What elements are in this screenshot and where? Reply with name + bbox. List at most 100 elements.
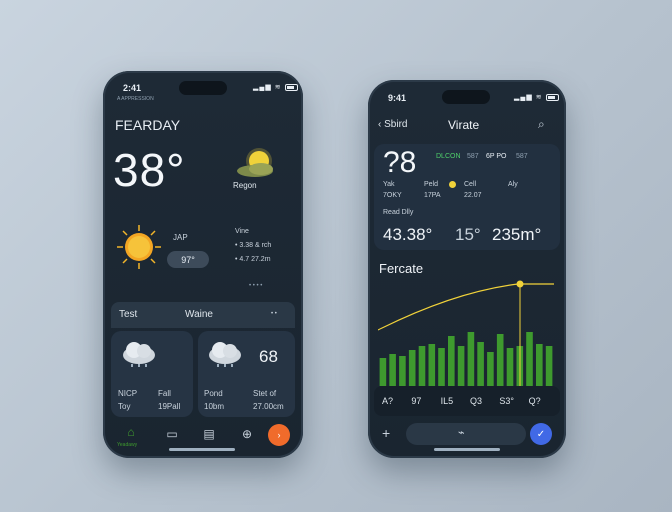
chart-bar [526,332,533,386]
partly-cloudy-icon [233,147,281,181]
sun-label: JAP [173,233,188,242]
phone-weather-today: 2:41 A APPRESSION ▂▄▆ ≋ FEARDAY 38° Rego… [103,71,303,458]
sun-icon [115,223,163,271]
col1-label: Yak [383,181,395,188]
details-title: Vine [235,228,249,235]
value-2: 15° [455,225,481,244]
wifi-icon: ≋ [535,94,543,101]
back-button[interactable]: ‹ Sbird [378,119,407,130]
col4-label: Aly [508,181,518,188]
chart-bar [448,336,455,386]
card1-label-c: Toy [118,402,131,411]
confirm-button[interactable]: ✓ [530,423,552,445]
tag-1: DLCON [436,153,461,160]
chart-bar [389,354,396,386]
back-label: Sbird [384,119,408,130]
tag-4: 587 [516,153,528,160]
tag-2: 587 [467,153,479,160]
big-number: ?8 [383,146,417,179]
card1-label-d: 19Pall [158,402,181,411]
section-right-label: Waine [185,309,213,320]
current-temperature: 38° [113,144,186,196]
cloud-rain-icon [119,339,159,369]
bottom-input[interactable] [406,423,526,445]
page-title: FEARDAY [115,117,181,133]
card1-label-b: Fall [158,389,171,398]
chevron-left-icon: ‹ [378,119,382,130]
add-icon[interactable]: + [382,425,390,441]
status-dot-icon [449,181,456,188]
trend-line [378,283,554,331]
forecast-title: Fercate [379,261,424,276]
forecast-chart [378,280,554,386]
details-line-1: • 3.38 & rch [235,242,272,249]
value-1: 43.38° [383,225,433,244]
sun-temperature-pill[interactable]: 97° [167,251,209,268]
x-axis-label: IL5 [440,396,454,406]
col2-value: 17PA [424,192,441,199]
status-subtitle: A APPRESSION [117,96,154,102]
chart-bar [496,334,504,386]
card2-value: 68 [259,347,278,366]
link-icon[interactable]: ⌁ [458,426,465,439]
x-axis-label: S3° [499,396,514,406]
x-axis-label: A? [382,396,394,406]
home-indicator [434,448,500,451]
home-indicator [169,448,235,451]
chart-bar [408,350,416,386]
section-more-button[interactable]: • • [271,311,277,317]
chart-bar [467,332,475,386]
value-3: 235m° [492,225,542,244]
search-icon[interactable]: ⌕ [538,117,545,132]
chart-bar [545,346,553,386]
chart-bar [428,344,436,386]
battery-icon [545,93,559,101]
card2-label-c: 10bm [204,402,225,411]
x-axis-labels: A? 97 IL5 Q3 S3° Q? [378,396,554,408]
nav-home-label: Yeadawy [117,442,138,448]
chart-bar [438,348,445,386]
page-dots: • • • • [249,283,263,289]
chart-bar [487,352,494,386]
col3-value: 22.07 [464,192,482,199]
cloud-rain-icon [205,339,245,369]
chart-bar [506,348,514,386]
section-left-label: Test [119,309,138,320]
battery-icon [284,83,298,91]
x-axis-label: Q3 [470,396,483,406]
condition-label: Regon [233,181,257,190]
card1-label-a: NICP [118,389,138,398]
signal-icon: ▂▄▆ [514,94,533,101]
chart-bar [457,346,465,386]
card2-label-a: Pond [204,389,223,398]
tag-3: 6P PO [486,153,507,160]
chart-bar [379,358,387,386]
phone-weather-detail: 9:41 ▂▄▆ ≋ ‹ Sbird Virate ⌕ ?8 DLCON 587… [368,80,566,458]
card2-label-d: 27.00cm [253,402,284,411]
chart-bar [536,344,543,386]
col3-label: Cell [464,181,477,188]
phone-notch [442,90,490,104]
page-title: Virate [448,118,480,132]
status-icons: ▂▄▆ ≋ [514,93,559,101]
chart-bar [418,346,426,386]
list-icon[interactable]: ▭ [163,425,181,443]
chart-bar [399,356,406,386]
col1-value: 7OKY [383,192,402,199]
action-button[interactable]: › [268,424,290,446]
chart-bar [477,342,484,386]
x-axis-label: 97 [411,396,422,406]
card2-label-b: Stet of [253,389,277,398]
col2-label: Peld [424,181,439,188]
status-icons: ▂▄▆ ≋ [253,83,298,91]
wifi-icon: ≋ [274,84,282,91]
signal-icon: ▂▄▆ [253,84,272,91]
map-icon[interactable]: ▤ [200,425,218,443]
marker-point[interactable] [516,280,524,288]
caption: Read Dlly [383,209,414,216]
globe-icon[interactable]: ⊕ [238,425,256,443]
status-time: 2:41 [123,83,142,93]
home-icon[interactable]: ⌂ [122,423,140,441]
status-time: 9:41 [388,93,407,103]
x-axis-label: Q? [528,396,541,406]
